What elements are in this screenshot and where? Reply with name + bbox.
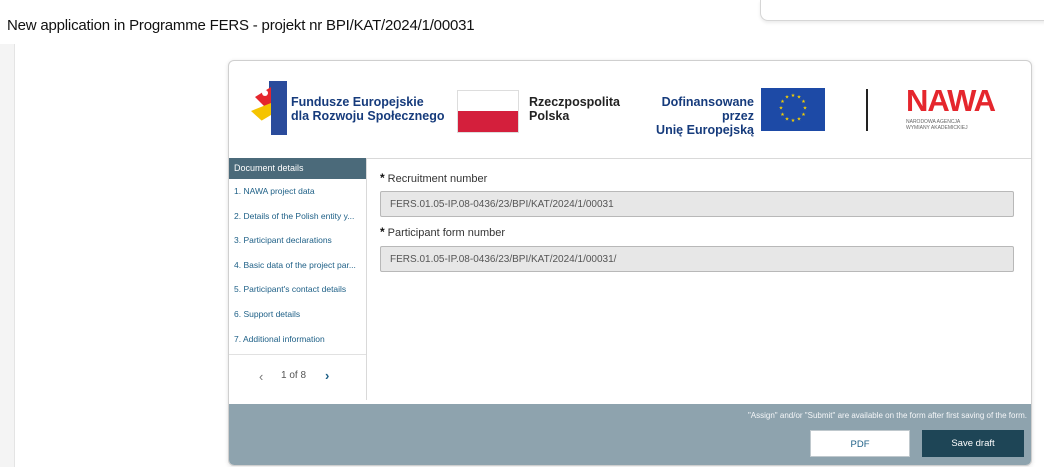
sidebar-item-basic-project-data[interactable]: 4. Basic data of the project par...	[229, 253, 366, 278]
participant-form-number-field[interactable]: FERS.01.05-IP.08-0436/23/BPI/KAT/2024/1/…	[380, 246, 1014, 272]
footer-note: "Assign" and/or "Submit" are available o…	[747, 411, 1027, 420]
top-right-panel	[760, 0, 1044, 21]
pl-text-line1: Rzeczpospolita	[529, 95, 620, 109]
application-form-card: Fundusze Europejskie dla Rozwoju Społecz…	[228, 60, 1032, 466]
sidebar-item-contact-details[interactable]: 5. Participant's contact details	[229, 277, 366, 302]
sidebar-item-nawa-project-data[interactable]: 1. NAWA project data	[229, 179, 366, 204]
nawa-wordmark: NAWA	[906, 83, 996, 118]
fe-text-line2: dla Rozwoju Społecznego	[291, 109, 445, 123]
document-form: * Recruitment number FERS.01.05-IP.08-043…	[366, 158, 1031, 400]
logo-divider	[866, 89, 868, 131]
logo-banner: Fundusze Europejskie dla Rozwoju Społecz…	[229, 61, 1031, 159]
fe-text-line1: Fundusze Europejskie	[291, 95, 424, 109]
eu-funding-text: Dofinansowane przez Unię Europejską	[634, 95, 754, 137]
svg-text:★: ★	[801, 99, 806, 105]
recruitment-number-label: * Recruitment number	[380, 171, 487, 185]
rzeczpospolita-text: Rzeczpospolita Polska	[529, 95, 620, 123]
svg-text:★: ★	[791, 118, 796, 124]
sidebar-item-additional-information[interactable]: 7. Additional information	[229, 327, 366, 352]
recruitment-number-field[interactable]: FERS.01.05-IP.08-0436/23/BPI/KAT/2024/1/…	[380, 191, 1014, 217]
svg-text:★: ★	[797, 117, 802, 123]
svg-text:★: ★	[779, 106, 784, 112]
nawa-logo: NAWA NARODOWA AGENCJA WYMIANY AKADEMICKI…	[906, 83, 996, 131]
title-bar: New application in Programme FERS - proj…	[0, 0, 1044, 44]
page-title: New application in Programme FERS - proj…	[7, 17, 475, 34]
eu-text-line1: Dofinansowane przez	[661, 95, 754, 123]
svg-text:★: ★	[791, 93, 796, 99]
fundusze-europejskie-logo	[251, 81, 287, 135]
recruitment-number-label-text: Recruitment number	[387, 173, 488, 185]
left-scroll-strip	[0, 44, 15, 467]
svg-text:★: ★	[785, 117, 790, 123]
required-asterisk: *	[380, 171, 385, 185]
svg-text:★: ★	[803, 106, 808, 112]
sidebar-item-polish-entity[interactable]: 2. Details of the Polish entity y...	[229, 204, 366, 229]
fe-logo-text: Fundusze Europejskie dla Rozwoju Społecz…	[291, 95, 444, 123]
sidebar-item-participant-declarations[interactable]: 3. Participant declarations	[229, 228, 366, 253]
save-draft-button[interactable]: Save draft	[922, 430, 1024, 457]
form-footer: "Assign" and/or "Submit" are available o…	[229, 404, 1031, 465]
required-asterisk: *	[380, 225, 385, 239]
chevron-left-icon[interactable]: ‹	[259, 369, 263, 384]
eu-flag: ★ ★★ ★★★ ★★★ ★★★	[761, 88, 825, 131]
svg-text:★: ★	[785, 95, 790, 101]
polish-flag	[457, 90, 519, 133]
pl-text-line2: Polska	[529, 109, 570, 123]
chevron-right-icon[interactable]: ›	[325, 368, 329, 383]
application-page: New application in Programme FERS - proj…	[0, 0, 1044, 467]
sidebar-header: Document details	[229, 158, 366, 179]
svg-text:★: ★	[801, 112, 806, 118]
svg-text:★: ★	[780, 112, 785, 118]
pager-text: 1 of 8	[281, 370, 307, 381]
eu-text-line2: Unię Europejską	[656, 123, 754, 137]
participant-form-number-label: * Participant form number	[380, 225, 505, 239]
pdf-button[interactable]: PDF	[810, 430, 910, 457]
document-sidebar: Document details 1. NAWA project data 2.…	[229, 158, 367, 400]
nawa-subtitle-2: WYMIANY AKADEMICKIEJ	[906, 125, 968, 131]
sidebar-item-support-details[interactable]: 6. Support details	[229, 302, 366, 327]
participant-form-number-label-text: Participant form number	[387, 227, 506, 239]
sidebar-pager: ‹ 1 of 8 ›	[229, 354, 366, 401]
